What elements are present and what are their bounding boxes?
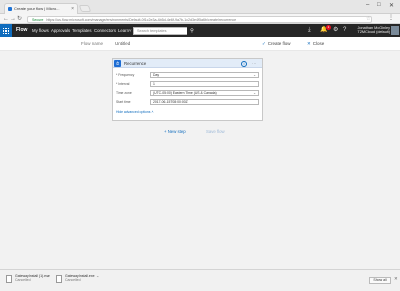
clock-icon: ⏱ [114,60,121,67]
file-icon [6,275,12,283]
download-item[interactable]: GatewayInstall (1).exe Cancelled ⌃ [6,274,50,287]
interval-row: * Interval 1 [116,81,262,87]
user-info[interactable]: Jonathan McGinley T2MCloud (default) [338,26,390,36]
nav-learn[interactable]: Learn˅ [118,24,132,37]
avatar[interactable] [391,26,399,35]
nav-connectors[interactable]: Connectors [94,24,116,37]
interval-input[interactable]: 1 [150,81,259,87]
browser-menu-icon[interactable]: ⋮ [388,14,394,21]
time-zone-select[interactable]: (UTC-05:00) Eastern Time (US & Canada) ⌄ [150,90,259,96]
close-button[interactable]: ✕ Close [307,37,324,51]
time-zone-label: Time zone [116,91,132,95]
trigger-card-header[interactable]: ⏱ Recurrence i ··· [113,59,262,68]
user-tenant: T2MCloud (default) [357,30,391,35]
create-flow-button[interactable]: ✓ Create flow [262,37,291,51]
flow-favicon-icon [8,7,12,11]
checkmark-icon: ✓ [262,41,266,46]
forward-icon[interactable]: → [10,15,16,23]
frequency-select[interactable]: Day ⌄ [150,72,259,78]
tab-title: Create your flow | Micro... [14,6,60,11]
search-icon[interactable]: ⚲ [187,26,197,35]
nav-templates[interactable]: Templates [72,24,92,37]
secure-label: Secure [32,17,44,22]
interval-label: * Interval [116,82,130,86]
save-flow-button[interactable]: Save flow [206,129,225,135]
show-all-button[interactable]: Show all [369,277,391,284]
reload-icon[interactable]: ↻ [17,15,22,23]
download-icon[interactable]: ⤓ [308,26,311,35]
close-icon[interactable]: ✕ [394,276,398,282]
back-icon[interactable]: ← [3,15,9,23]
bookmark-star-icon[interactable]: ☆ [366,16,370,22]
start-time-label: Start time [116,100,131,104]
flow-name-label: Flow name [81,41,104,46]
download-bar: GatewayInstall (1).exe Cancelled ⌃ Gatew… [0,269,400,291]
close-window-icon[interactable]: ✕ [389,2,394,9]
frequency-label: * Frequency [116,73,135,77]
chevron-up-icon[interactable]: ⌃ [46,275,49,280]
chevron-down-icon: ⌄ [253,91,256,95]
frequency-row: * Frequency Day ⌄ [116,72,262,78]
app-header: Flow My flows Approvals Templates Connec… [0,24,400,37]
chevron-down-icon: ⌄ [253,73,256,77]
minimize-icon[interactable]: – [366,2,369,8]
new-tab-button[interactable] [78,5,92,12]
download-status: Cancelled [65,278,81,283]
download-item[interactable]: GatewayInstall.exe Cancelled ⌃ [56,274,99,287]
tab-close-icon[interactable]: × [71,4,74,14]
chevron-up-icon[interactable]: ⌃ [96,275,99,280]
address-bar: ← → ↻ Secure https://us.flow.microsoft.co… [0,14,400,24]
flow-name-input[interactable]: Untitled [115,37,130,51]
download-status: Cancelled [15,278,31,283]
advanced-options-link[interactable]: Hide advanced options ˄ [116,109,153,115]
brand-logo[interactable]: Flow [16,24,27,37]
flow-header: Flow name Untitled ✓ Create flow ✕ Close [0,37,400,51]
start-time-row: Start time 2017-06-15T08:00:00Z [116,99,262,105]
trigger-title: Recurrence [124,61,147,66]
notification-badge: 1 [326,25,331,30]
info-icon[interactable]: i [241,60,247,67]
time-zone-row: Time zone (UTC-05:00) Eastern Time (US &… [116,90,262,96]
url-input[interactable]: Secure https://us.flow.microsoft.com/mana… [27,15,372,23]
browser-tab-bar: Create your flow | Micro... × – □ ✕ [0,0,400,14]
maximize-icon[interactable]: □ [377,2,381,8]
url-text: https://us.flow.microsoft.com/manage/env… [46,17,237,22]
recurrence-trigger-card: ⏱ Recurrence i ··· * Frequency Day ⌄ * In… [112,58,263,121]
more-options-icon[interactable]: ··· [252,59,257,68]
file-icon [56,275,62,283]
new-step-button[interactable]: + New step [164,129,186,135]
start-time-input[interactable]: 2017-06-15T08:00:00Z [150,99,259,105]
nav-my-flows[interactable]: My flows [32,24,49,37]
browser-tab[interactable]: Create your flow | Micro... × [4,3,78,14]
app-launcher-icon[interactable] [0,24,12,37]
close-icon: ✕ [307,41,311,46]
nav-approvals[interactable]: Approvals [51,24,70,37]
